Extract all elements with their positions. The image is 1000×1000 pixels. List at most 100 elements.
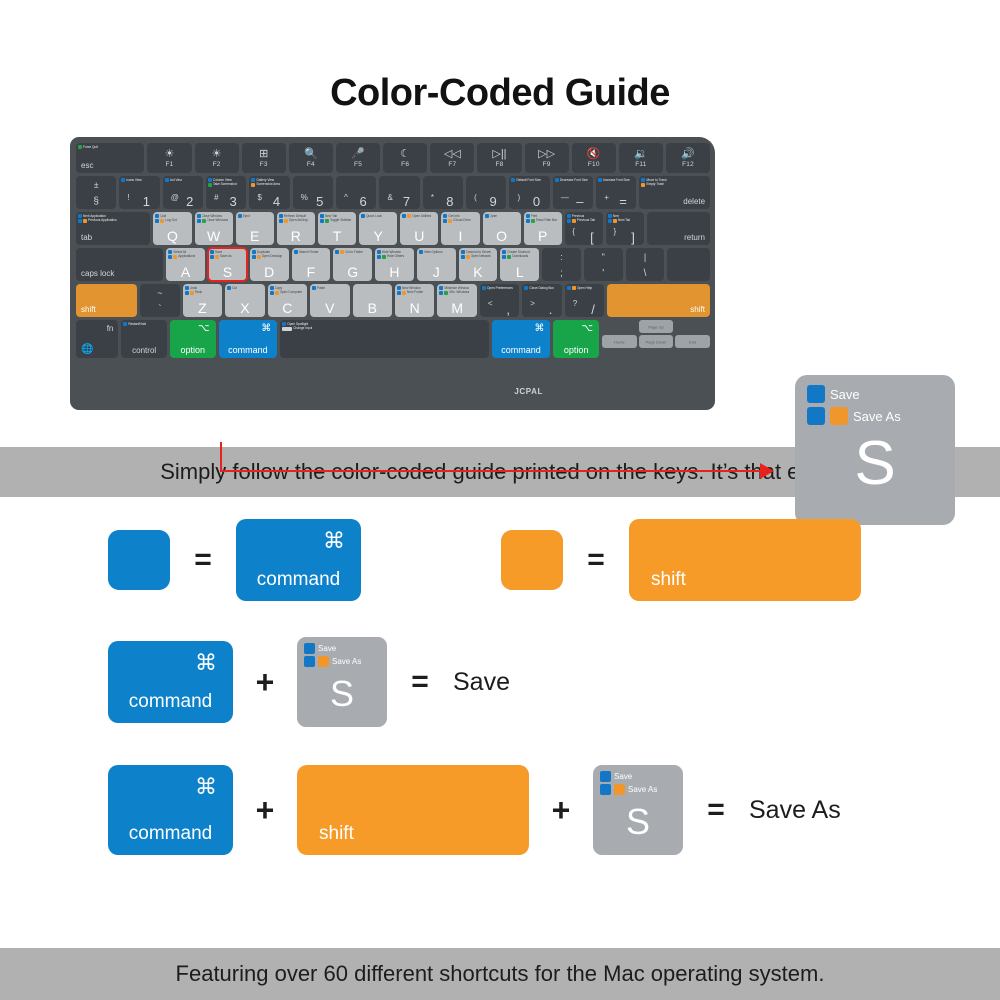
key-d[interactable]: Duplicate Open Desktop D bbox=[249, 248, 289, 281]
key-t[interactable]: New Tab Toggle Sidebar T bbox=[317, 212, 357, 245]
key-label: I bbox=[458, 228, 463, 244]
key-8[interactable]: * 8 bbox=[422, 176, 464, 209]
key-backtick[interactable]: ~ ` bbox=[140, 284, 180, 317]
key-a[interactable]: Select All Applications A bbox=[166, 248, 205, 281]
key-0[interactable]: Default Font Size ) 0 bbox=[509, 176, 550, 209]
key-bracket-left[interactable]: Previous Previous Tab { [ bbox=[564, 212, 603, 245]
key-command-right[interactable]: ⌘ command bbox=[491, 320, 551, 358]
key-top-symbol: | bbox=[643, 252, 647, 262]
key-arrow-up[interactable]: Page Up bbox=[638, 320, 673, 333]
key-label: F10 bbox=[587, 160, 600, 168]
key-e[interactable]: Eject E bbox=[235, 212, 274, 245]
key-arrow-left[interactable]: Home bbox=[601, 335, 637, 348]
key-f6[interactable]: ☾ F6 bbox=[383, 143, 428, 173]
key-j[interactable]: View Options J bbox=[416, 248, 456, 281]
key-w[interactable]: Close Window Close Windows W bbox=[194, 212, 233, 245]
hint-label: Icons View bbox=[126, 178, 142, 182]
key-label: J bbox=[432, 264, 440, 280]
key-7[interactable]: & 7 bbox=[379, 176, 420, 209]
key-f12[interactable]: 🔊 F12 bbox=[665, 143, 711, 173]
hint-label: Close Dialog Box bbox=[529, 286, 554, 290]
key-f11[interactable]: 🔉 F11 bbox=[618, 143, 663, 173]
key-esc[interactable]: Force Quit esc bbox=[76, 143, 145, 173]
key-z[interactable]: Undo Redo Z bbox=[182, 284, 223, 317]
key-delete[interactable]: Move to Trash Empty Trash delete bbox=[639, 176, 711, 209]
key-top-symbol: ! bbox=[127, 193, 130, 202]
key-f8[interactable]: ▷|| F8 bbox=[477, 143, 522, 173]
key-comma[interactable]: Open Preferences < , bbox=[479, 284, 520, 317]
key-s[interactable]: Save Save As S bbox=[206, 247, 248, 282]
key-label: tab bbox=[81, 233, 93, 242]
key-space[interactable]: Open Spotlight Change Input bbox=[280, 320, 489, 358]
key-return[interactable]: return bbox=[647, 212, 710, 245]
key-minus[interactable]: Decrease Font Size — – bbox=[552, 176, 594, 209]
color-square-blue bbox=[460, 254, 465, 259]
key-top-symbol: { bbox=[572, 227, 576, 236]
key-backslash[interactable]: | \ bbox=[625, 248, 665, 281]
key-f4[interactable]: 🔍 F4 bbox=[288, 143, 333, 173]
key-6[interactable]: ^ 6 bbox=[336, 176, 377, 209]
key-shift-right[interactable]: shift bbox=[607, 284, 710, 317]
key-label: L bbox=[515, 264, 524, 280]
key-caps-lock[interactable]: caps lock bbox=[76, 248, 164, 281]
key-arrow-down[interactable]: Page Down bbox=[638, 335, 674, 348]
key-semicolon[interactable]: :; bbox=[542, 248, 581, 281]
key-l[interactable]: Create Shortcut Downloads L bbox=[500, 248, 540, 281]
key-u[interactable]: Open Utilities U bbox=[400, 212, 439, 245]
key-f5[interactable]: 🎤 F5 bbox=[335, 143, 381, 173]
key-hint: Save bbox=[600, 771, 657, 782]
key-g[interactable]: Go to Folder G bbox=[333, 248, 373, 281]
key-section[interactable]: ± § bbox=[76, 176, 117, 209]
key-c[interactable]: Copy Open Computer C bbox=[267, 284, 308, 317]
keyboard-illustration: Force Quit esc ☀ F1 ☀ F2 ⊞ F3 🔍 F4 🎤 F5 ☾ F6 ◁… bbox=[0, 137, 1000, 525]
key-h[interactable]: Hide Window Hide Others H bbox=[375, 248, 414, 281]
key-f7[interactable]: ◁◁ F7 bbox=[430, 143, 475, 173]
key-q[interactable]: Quit Log Out Q bbox=[153, 212, 192, 245]
key-5[interactable]: % 5 bbox=[292, 176, 334, 209]
key-arrow-right[interactable]: End bbox=[675, 335, 710, 348]
key-f[interactable]: Search Finder F bbox=[291, 248, 331, 281]
key-y[interactable]: Quick Look Y bbox=[359, 212, 398, 245]
key-9[interactable]: (9 bbox=[466, 176, 507, 209]
key-b[interactable]: B bbox=[352, 284, 392, 317]
key-option-right[interactable]: ⌥ option bbox=[553, 320, 599, 358]
key-quote[interactable]: " ' bbox=[583, 248, 623, 281]
key-p[interactable]: Print Show Path Bar P bbox=[523, 212, 562, 245]
key-fn[interactable]: fn 🌐 bbox=[76, 320, 119, 358]
color-square-blue bbox=[269, 286, 274, 291]
color-square-orange bbox=[160, 218, 165, 223]
key-command-left[interactable]: ⌘ command bbox=[218, 320, 278, 358]
key-f3[interactable]: ⊞ F3 bbox=[241, 143, 286, 173]
key-v[interactable]: Paste V bbox=[310, 284, 350, 317]
key-1[interactable]: Icons View ! 1 bbox=[119, 176, 160, 209]
key-control[interactable]: Restart/Hold control bbox=[121, 320, 167, 358]
key-k[interactable]: Connect to Server Open Network K bbox=[458, 248, 498, 281]
key-i[interactable]: Get Info iCloud Drive I bbox=[441, 212, 480, 245]
key-label: shift bbox=[690, 305, 705, 314]
key-n[interactable]: New Window New Folder N bbox=[395, 284, 435, 317]
key-4[interactable]: Gallery View Screenshot Area $ 4 bbox=[249, 176, 290, 209]
color-square-blue bbox=[460, 250, 465, 255]
key-equals[interactable]: Increase Font Size + = bbox=[596, 176, 637, 209]
key-r[interactable]: Refresh Default Open AirDrop R bbox=[276, 212, 315, 245]
key-label: command bbox=[256, 569, 341, 590]
key-period[interactable]: Close Dialog Box > . bbox=[522, 284, 562, 317]
key-f2[interactable]: ☀ F2 bbox=[194, 143, 239, 173]
equals-sign: = bbox=[707, 793, 725, 826]
key-option-left[interactable]: ⌥ option bbox=[169, 320, 216, 358]
key-m[interactable]: Minimize Window Min. Windows M bbox=[437, 284, 477, 317]
hint-label: View Options bbox=[423, 250, 443, 254]
key-slash[interactable]: Open Help ? / bbox=[564, 284, 605, 317]
key-f10[interactable]: 🔇 F10 bbox=[571, 143, 616, 173]
key-3[interactable]: Column View Take Screenshot # 3 bbox=[206, 176, 247, 209]
key-o[interactable]: Open O bbox=[482, 212, 521, 245]
key-return-lower[interactable] bbox=[667, 248, 711, 281]
key-x[interactable]: Cut X bbox=[225, 284, 265, 317]
key-tab[interactable]: Next Application Previous Application ta… bbox=[76, 212, 151, 245]
key-shift-left[interactable]: shift bbox=[76, 284, 138, 317]
key-f1[interactable]: ☀ F1 bbox=[147, 143, 192, 173]
key-bracket-right[interactable]: Next Next Tab } ] bbox=[605, 212, 645, 245]
key-f9[interactable]: ▷▷ F9 bbox=[524, 143, 569, 173]
color-square-blue bbox=[278, 218, 283, 223]
key-2[interactable]: List View @ 2 bbox=[162, 176, 204, 209]
